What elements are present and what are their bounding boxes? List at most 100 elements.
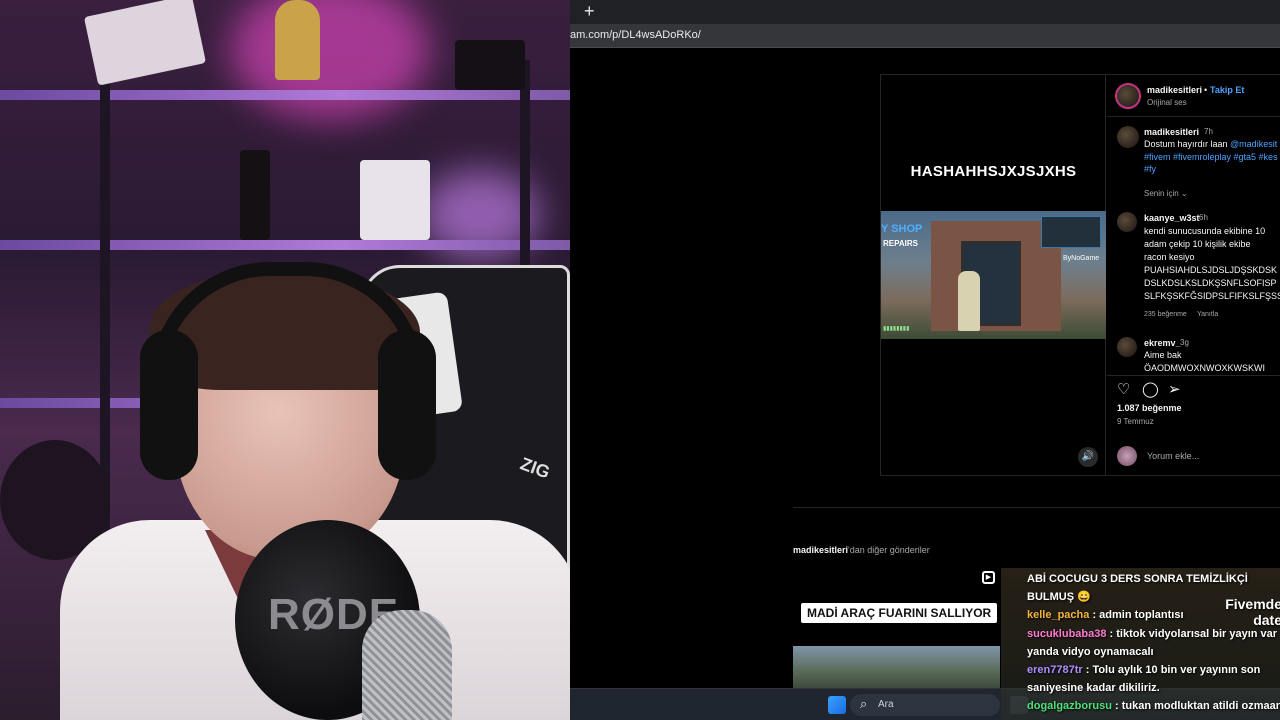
likes-count[interactable]: 1.087 beğenme bbox=[1117, 403, 1182, 413]
comment-line: PUAHSIAHDLSJDSLJDŞSKDSK bbox=[1144, 265, 1278, 275]
post-actions: ♡ ◯ ➢ 1.087 beğenme 9 Temmuz Yorum ekle.… bbox=[1107, 375, 1280, 475]
chat-message: ABİ COCUGU 3 DERS SONRA TEMİZLİKÇİ bbox=[1027, 570, 1248, 588]
comment-line: adam çekip 10 kişilik ekibe bbox=[1144, 239, 1251, 249]
chat-text: : Tolu aylık 10 bin ver yayının son bbox=[1085, 664, 1261, 676]
box-item bbox=[455, 40, 525, 90]
shop-sign: Y SHOP bbox=[881, 223, 923, 235]
share-icon[interactable]: ➢ bbox=[1168, 380, 1181, 398]
search-icon: ⌕ bbox=[860, 696, 868, 711]
url-text[interactable]: am.com/p/DL4wsADoRKo/ bbox=[570, 29, 701, 41]
comment-avatar[interactable] bbox=[1117, 337, 1137, 357]
post-sidebar: madikesitleri • Takip Et Orijinal ses ma… bbox=[1107, 75, 1280, 475]
follow-button[interactable]: Takip Et bbox=[1210, 85, 1244, 95]
comment-icon[interactable]: ◯ bbox=[1142, 380, 1159, 398]
post-viewer: HASHAHHSJXJSJXHS Y SHOP REPAIRS ByNoGame… bbox=[880, 74, 1280, 476]
game-hud: ▮▮▮▮▮▮▮▮ bbox=[883, 326, 910, 332]
caption-hashtags[interactable]: #fy bbox=[1144, 163, 1156, 175]
chevron-down-icon: ⌄ bbox=[1180, 189, 1188, 198]
microphone-grill bbox=[362, 610, 452, 720]
promo-text: Fivemde date bbox=[1212, 596, 1280, 628]
stream-chat-overlay: ABİ COCUGU 3 DERS SONRA TEMİZLİKÇİ BULMUŞ… bbox=[1001, 568, 1280, 720]
more-posts-heading: madikesitleri'dan diğer gönderiler bbox=[793, 545, 930, 555]
chat-message: BULMUŞ 😄 bbox=[1027, 588, 1091, 606]
author-name[interactable]: madikesitleri bbox=[1147, 85, 1202, 95]
video-frame: Y SHOP REPAIRS ByNoGame ▮▮▮▮▮▮▮▮ bbox=[881, 211, 1106, 339]
comment-line: kendi sunucusunda ekibine 10 bbox=[1144, 226, 1266, 236]
tab-strip: + bbox=[570, 0, 1280, 24]
more-posts-author[interactable]: madikesitleri bbox=[793, 545, 848, 555]
chat-message: eren7787tr : Tolu aylık 10 bin ver yayın… bbox=[1027, 661, 1260, 679]
for-you-dropdown[interactable]: Senin için ⌄ bbox=[1144, 189, 1188, 198]
promo-line: date bbox=[1253, 612, 1280, 628]
chat-username: kelle_pacha bbox=[1027, 609, 1093, 622]
volume-icon[interactable]: 🔊 bbox=[1078, 447, 1098, 467]
repairs-sign: REPAIRS bbox=[883, 239, 918, 248]
chat-message: dogalgazborusu : tukan modluktan atildi … bbox=[1027, 697, 1280, 715]
chat-text: ABİ COCUGU 3 DERS SONRA TEMİZLİKÇİ bbox=[1027, 573, 1248, 585]
caption-mention[interactable]: @madikesit bbox=[1230, 139, 1277, 149]
screen: ZIG RØDE + am.com/p/DL4wsADoRKo/ HASHAHH… bbox=[0, 0, 1280, 720]
chat-username: eren7787tr bbox=[1027, 664, 1086, 676]
chat-text: : tukan modluktan atildi ozmaan bbox=[1115, 700, 1280, 713]
comment-line: SLFKŞSKFĞSIDPSLFIFKSLFŞSS bbox=[1144, 291, 1280, 301]
streamer-cam-inset bbox=[1041, 216, 1101, 248]
comment-avatar[interactable] bbox=[1117, 212, 1137, 232]
address-bar[interactable]: am.com/p/DL4wsADoRKo/ bbox=[570, 24, 1280, 48]
caption-text: Dostum hayırdır laan @madikesit bbox=[1144, 138, 1277, 151]
post-header: madikesitleri • Takip Et Orijinal ses bbox=[1107, 75, 1280, 117]
comment-line: ÖAODMWOXNWOXKWSKWI bbox=[1144, 363, 1265, 373]
chat-text: yanda vidyo oynamacalı bbox=[1027, 645, 1154, 658]
reply-button[interactable]: Yanıtla bbox=[1197, 311, 1218, 318]
comment-time: 3g bbox=[1180, 338, 1189, 347]
caption-body: Dostum hayırdır laan bbox=[1144, 139, 1231, 149]
chat-message: saniyesine kadar dikiliriz. bbox=[1027, 679, 1160, 697]
comment-line: Aime bak bbox=[1144, 350, 1182, 360]
for-you-label: Senin için bbox=[1144, 189, 1179, 198]
comment-line: DSLKDSLKSLDKŞSNFLSOFISP bbox=[1144, 278, 1277, 288]
chat-username: sucuklubaba38 bbox=[1027, 627, 1110, 640]
headphone-right-cup bbox=[378, 330, 436, 480]
streamer-brand: ByNoGame bbox=[1063, 255, 1100, 262]
new-tab-button[interactable]: + bbox=[584, 1, 595, 21]
video-caption: HASHAHHSJXJSJXHS bbox=[910, 163, 1077, 180]
comment-likes[interactable]: 235 beğenme bbox=[1144, 311, 1187, 318]
chat-username: dogalgazborusu bbox=[1027, 700, 1115, 713]
chat-text: : admin toplantısı bbox=[1092, 609, 1184, 622]
webcam-feed: ZIG RØDE bbox=[0, 0, 570, 720]
windows-start-icon[interactable] bbox=[828, 696, 846, 714]
section-divider bbox=[793, 507, 1280, 508]
chat-text: : tiktok vidyolarısal bir yayın var bbox=[1109, 627, 1278, 640]
promo-line: Fivemde bbox=[1225, 596, 1280, 612]
thumbnail-caption: MADİ ARAÇ FUARINI SALLIYOR bbox=[801, 603, 998, 623]
post-thumbnail[interactable]: MADİ ARAÇ FUARINI SALLIYOR bbox=[793, 590, 1000, 688]
reel-icon: ▶ bbox=[982, 571, 995, 584]
chat-text: saniyesine kadar dikiliriz. bbox=[1027, 682, 1160, 695]
headphone-left-cup bbox=[140, 330, 198, 480]
figure-item bbox=[240, 150, 270, 240]
comment-author[interactable]: kaanye_w3st bbox=[1144, 213, 1200, 223]
box-item bbox=[360, 160, 430, 240]
heart-icon[interactable]: ♡ bbox=[1117, 380, 1130, 398]
comment-line: racon kesiyo bbox=[1144, 252, 1195, 262]
caption-avatar[interactable] bbox=[1117, 126, 1139, 148]
shelf bbox=[0, 240, 570, 250]
taskbar-search[interactable]: ⌕ Ara bbox=[850, 694, 1000, 716]
poster-frame bbox=[83, 0, 207, 86]
post-date: 9 Temmuz bbox=[1117, 417, 1154, 426]
author-avatar[interactable] bbox=[1115, 83, 1141, 109]
comment-input[interactable]: Yorum ekle... bbox=[1147, 451, 1199, 461]
chat-text: BULMUŞ 😄 bbox=[1027, 591, 1091, 604]
comment-author[interactable]: ekremv_ bbox=[1144, 338, 1181, 348]
post-media[interactable]: HASHAHHSJXJSJXHS Y SHOP REPAIRS ByNoGame… bbox=[881, 75, 1106, 475]
caption-hashtags[interactable]: #fivem #fivemroleplay #gta5 #kes bbox=[1144, 151, 1278, 163]
comment-time: 6h bbox=[1199, 213, 1208, 222]
search-placeholder: Ara bbox=[878, 699, 894, 710]
more-posts-suffix: 'dan diğer gönderiler bbox=[848, 545, 930, 555]
game-character bbox=[958, 271, 980, 331]
shelf bbox=[0, 90, 570, 100]
chat-message: yanda vidyo oynamacalı bbox=[1027, 643, 1154, 661]
thumbnail-game-scene bbox=[793, 646, 1000, 688]
caption-author[interactable]: madikesitleri bbox=[1144, 127, 1199, 137]
audio-label[interactable]: Orijinal ses bbox=[1147, 98, 1187, 107]
caption-time: 7h bbox=[1204, 127, 1213, 136]
